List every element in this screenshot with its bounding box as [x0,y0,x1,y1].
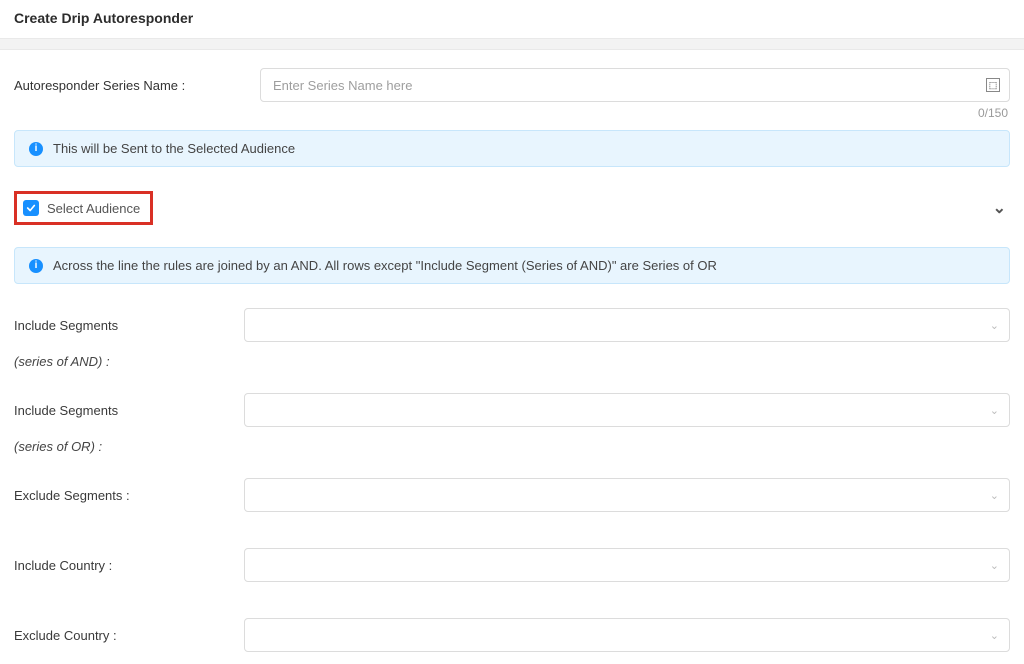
include-segments-or-select[interactable]: ⌄ [244,393,1010,427]
fullscreen-icon[interactable]: ⬚ [986,78,1000,92]
modal-title: Create Drip Autoresponder [14,10,193,26]
include-segments-and-row: Include Segments ⌄ [14,308,1010,342]
include-country-row: Include Country : ⌄ [14,548,1010,582]
include-segments-and-sub: (series of AND) : [14,354,1010,369]
exclude-country-row: Exclude Country : ⌄ [14,618,1010,652]
series-name-row: Autoresponder Series Name : ⬚ [14,68,1010,102]
audience-body: i Across the line the rules are joined b… [14,233,1010,652]
audience-info-text: This will be Sent to the Selected Audien… [53,141,295,156]
chevron-down-icon: ⌄ [990,319,999,332]
info-icon: i [29,142,43,156]
select-audience-highlight: Select Audience [14,191,153,225]
chevron-down-icon: ⌄ [990,559,999,572]
modal-content: Autoresponder Series Name : ⬚ 0/150 i Th… [0,50,1024,652]
exclude-segments-row: Exclude Segments : ⌄ [14,478,1010,512]
chevron-down-icon: ⌄ [993,198,1010,218]
include-segments-or-row: Include Segments ⌄ [14,393,1010,427]
chevron-down-icon: ⌄ [990,489,999,502]
series-name-input[interactable] [260,68,1010,102]
include-segments-and-select[interactable]: ⌄ [244,308,1010,342]
exclude-country-label: Exclude Country : [14,628,244,643]
audience-info-banner: i This will be Sent to the Selected Audi… [14,130,1010,167]
modal-header: Create Drip Autoresponder [0,0,1024,38]
select-audience-checkbox[interactable] [23,200,39,216]
series-name-char-count: 0/150 [14,106,1010,120]
exclude-segments-select[interactable]: ⌄ [244,478,1010,512]
rules-info-banner: i Across the line the rules are joined b… [14,247,1010,284]
series-name-input-wrap: ⬚ [260,68,1010,102]
rules-info-text: Across the line the rules are joined by … [53,258,717,273]
exclude-country-select[interactable]: ⌄ [244,618,1010,652]
select-audience-toggle[interactable]: Select Audience ⌄ [14,185,1010,233]
include-country-label: Include Country : [14,558,244,573]
include-segments-or-label: Include Segments [14,403,244,418]
select-audience-label: Select Audience [47,201,140,216]
include-segments-or-sub: (series of OR) : [14,439,1010,454]
exclude-segments-label: Exclude Segments : [14,488,244,503]
include-country-select[interactable]: ⌄ [244,548,1010,582]
include-segments-and-label: Include Segments [14,318,244,333]
chevron-down-icon: ⌄ [990,404,999,417]
info-icon: i [29,259,43,273]
chevron-down-icon: ⌄ [990,629,999,642]
header-divider [0,38,1024,50]
series-name-label: Autoresponder Series Name : [14,78,224,93]
